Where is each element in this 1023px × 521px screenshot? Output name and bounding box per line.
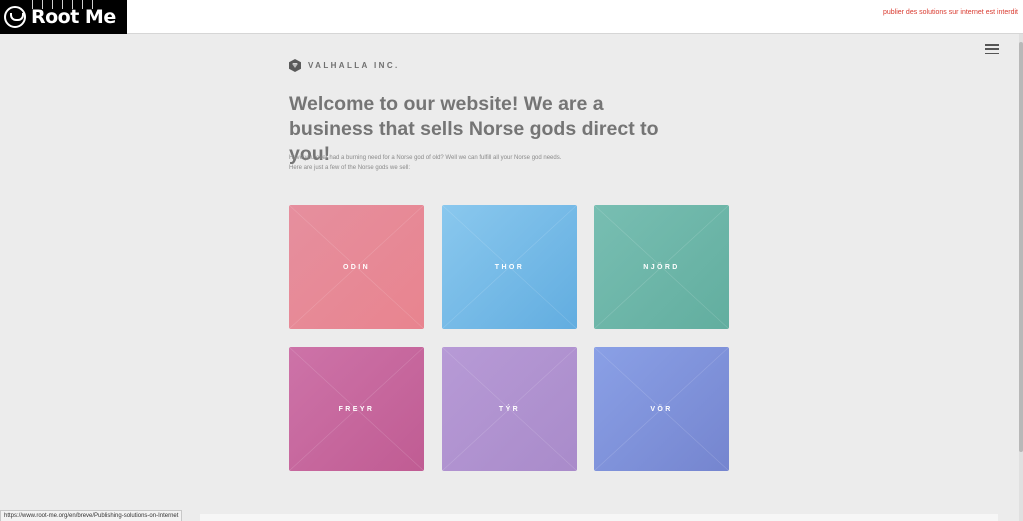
gem-hexagon-icon bbox=[289, 59, 301, 72]
god-tile-freyr[interactable]: FREYR bbox=[289, 347, 424, 471]
brand-name: VALHALLA INC. bbox=[308, 61, 400, 70]
logo-text: Root Me bbox=[31, 6, 116, 28]
brand[interactable]: VALHALLA INC. bbox=[289, 59, 400, 72]
god-tile-tyr[interactable]: TÝR bbox=[442, 347, 577, 471]
page-footer-strip bbox=[200, 514, 998, 521]
root-me-mascot-icon bbox=[4, 6, 26, 28]
god-name: NJÖRD bbox=[643, 263, 680, 271]
root-me-logo[interactable]: Root Me bbox=[0, 0, 127, 34]
top-banner: Root Me publier des solutions sur intern… bbox=[0, 0, 1023, 34]
menu-line bbox=[985, 44, 999, 46]
god-name: THOR bbox=[494, 263, 525, 271]
banner-warning-text[interactable]: publier des solutions sur internet est i… bbox=[883, 9, 1018, 16]
god-name: ODIN bbox=[342, 263, 371, 271]
god-tile-thor[interactable]: THOR bbox=[442, 205, 577, 329]
god-name: FREYR bbox=[338, 405, 375, 413]
menu-line bbox=[985, 52, 999, 54]
hamburger-menu-icon[interactable] bbox=[985, 44, 999, 54]
intro-text: Have you ever had a burning need for a N… bbox=[289, 153, 649, 173]
god-name: VÖR bbox=[650, 405, 673, 413]
scrollbar-thumb[interactable] bbox=[1019, 42, 1023, 452]
god-tile-vor[interactable]: VÖR bbox=[594, 347, 729, 471]
intro-line: Here are just a few of the Norse gods we… bbox=[289, 165, 411, 171]
god-name: TÝR bbox=[498, 405, 521, 413]
god-tile-njord[interactable]: NJÖRD bbox=[594, 205, 729, 329]
god-tile-odin[interactable]: ODIN bbox=[289, 205, 424, 329]
status-bar-url: https://www.root-me.org/en/breve/Publish… bbox=[0, 510, 183, 521]
menu-line bbox=[985, 48, 999, 50]
page-scrollbar[interactable] bbox=[1019, 34, 1023, 521]
intro-line: Have you ever had a burning need for a N… bbox=[289, 155, 562, 161]
